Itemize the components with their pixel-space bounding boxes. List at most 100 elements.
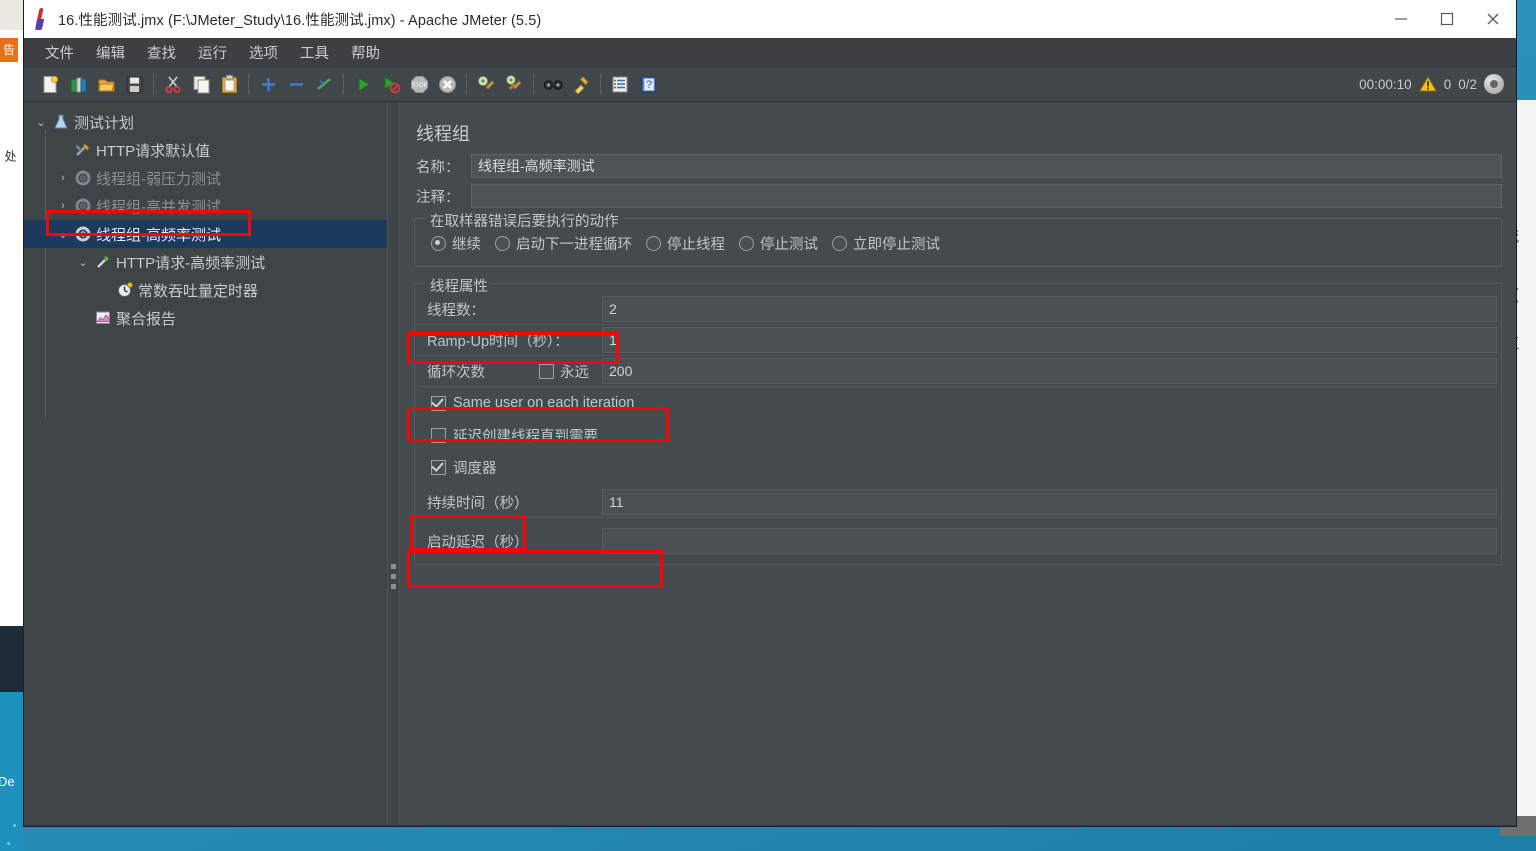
radio-dot-icon[interactable] <box>495 236 510 251</box>
chevron-right-icon[interactable]: › <box>54 200 72 212</box>
threads-label: 线程数： <box>427 302 485 319</box>
menu-search[interactable]: 查找 <box>136 40 187 65</box>
name-label: 名称： <box>416 159 460 176</box>
search-icon[interactable] <box>539 70 567 98</box>
copy-icon[interactable] <box>187 70 215 98</box>
expand-all-icon[interactable] <box>254 70 282 98</box>
scheduler-label: 调度器 <box>453 460 497 477</box>
start-no-pause-icon[interactable] <box>377 70 405 98</box>
menu-help[interactable]: 帮助 <box>340 40 391 65</box>
menu-options[interactable]: 选项 <box>238 40 289 65</box>
threads-row: 线程数： 2 <box>419 294 1497 325</box>
maximize-button[interactable] <box>1424 0 1470 38</box>
splitter-grip[interactable] <box>391 564 396 589</box>
thread-properties-title: 线程属性 <box>425 275 493 296</box>
sampler-error-action-group: 在取样器错误后要执行的动作 继续 启动下一进程循环 停止线程 停止测试 立即停止… <box>414 210 1502 267</box>
clear-all-icon[interactable] <box>500 70 528 98</box>
startup-delay-input[interactable] <box>602 528 1497 554</box>
radio-dot-icon[interactable] <box>739 236 754 251</box>
checkbox-icon[interactable] <box>431 395 446 411</box>
help-icon[interactable]: ? <box>634 70 662 98</box>
radio-dot-icon[interactable] <box>832 236 847 251</box>
toolbar-separator <box>153 74 154 94</box>
menu-tools[interactable]: 工具 <box>289 40 340 65</box>
tree-node-aggregate-report[interactable]: 聚合报告 <box>24 304 387 332</box>
clear-icon[interactable] <box>472 70 500 98</box>
delay-create-row[interactable]: 延迟创建线程直到需要 <box>419 419 1497 451</box>
shutdown-icon[interactable] <box>433 70 461 98</box>
checkbox-icon[interactable] <box>539 363 554 379</box>
tree-node-test-plan[interactable]: ⌄ 测试计划 <box>24 108 387 136</box>
tree-node-http-defaults[interactable]: HTTP请求默认值 <box>24 136 387 164</box>
open-icon[interactable] <box>92 70 120 98</box>
chevron-right-icon[interactable]: › <box>54 172 72 184</box>
stop-icon[interactable]: STOP <box>405 70 433 98</box>
same-user-label: Same user on each iteration <box>453 395 635 411</box>
menu-file[interactable]: 文件 <box>34 40 85 65</box>
tree-node-thread-group-weak[interactable]: › 线程组-弱压力测试 <box>24 164 387 192</box>
radio-start-next-loop[interactable]: 启动下一进程循环 <box>495 233 632 254</box>
background-window-left[interactable]: 告 处 <box>0 0 25 626</box>
scheduler-row[interactable]: 调度器 <box>419 451 1497 483</box>
menu-run[interactable]: 运行 <box>187 40 238 65</box>
radio-stop-test-now[interactable]: 立即停止测试 <box>832 233 940 254</box>
tree-node-label: 聚合报告 <box>116 310 177 328</box>
forever-checkbox[interactable]: 永远 <box>539 361 602 382</box>
aggregate-report-icon <box>92 310 114 326</box>
desktop-dot <box>13 824 16 827</box>
checkbox-icon[interactable] <box>431 427 446 443</box>
collapse-all-icon[interactable] <box>282 70 310 98</box>
background-left-text: 处 <box>3 150 17 162</box>
panel-splitter[interactable] <box>387 102 400 825</box>
name-input[interactable]: 线程组-高频率测试 <box>471 154 1502 178</box>
tree-node-thread-group-concurrent[interactable]: › 线程组-高并发测试 <box>24 192 387 220</box>
comment-input[interactable] <box>471 184 1502 208</box>
radio-label: 继续 <box>452 237 481 253</box>
tree-node-thread-group-highfreq[interactable]: ⌄ 线程组-高频率测试 <box>24 220 387 248</box>
chevron-down-icon[interactable]: ⌄ <box>54 228 72 241</box>
templates-icon[interactable] <box>64 70 92 98</box>
background-left-dark-strip <box>0 626 24 692</box>
menu-edit[interactable]: 编辑 <box>85 40 136 65</box>
menu-bar: 文件 编辑 查找 运行 选项 工具 帮助 <box>24 38 1516 67</box>
radio-dot-icon[interactable] <box>646 236 661 251</box>
function-helper-icon[interactable] <box>606 70 634 98</box>
checkbox-icon[interactable] <box>431 459 446 475</box>
minimize-button[interactable] <box>1378 0 1424 38</box>
start-icon[interactable] <box>349 70 377 98</box>
reset-search-icon[interactable] <box>567 70 595 98</box>
save-icon[interactable] <box>120 70 148 98</box>
rampup-input[interactable]: 1 <box>602 327 1497 353</box>
tree-node-label: 线程组-弱压力测试 <box>96 170 221 188</box>
paste-icon[interactable] <box>215 70 243 98</box>
close-button[interactable] <box>1470 0 1516 38</box>
title-bar: 16.性能测试.jmx (F:\JMeter_Study\16.性能测试.jmx… <box>24 0 1516 38</box>
loops-input[interactable]: 200 <box>602 358 1497 384</box>
test-plan-tree[interactable]: ⌄ 测试计划 HTTP请求默认值 › 线程组-弱压力测试 › 线程组-高并发测试… <box>24 102 387 825</box>
new-icon[interactable] <box>36 70 64 98</box>
radio-continue[interactable]: 继续 <box>431 233 481 254</box>
elapsed-time: 00:00:10 <box>1359 76 1412 92</box>
background-left-badge: 告 <box>0 38 18 62</box>
radio-stop-thread[interactable]: 停止线程 <box>646 233 725 254</box>
toolbar-separator <box>533 74 534 94</box>
toolbar-separator <box>466 74 467 94</box>
tree-node-label: HTTP请求-高频率测试 <box>116 254 266 272</box>
tree-node-label: 测试计划 <box>74 114 135 132</box>
tree-node-http-request-highfreq[interactable]: ⌄ HTTP请求-高频率测试 <box>24 248 387 276</box>
toolbar-status: 00:00:10 0 0/2 <box>1359 67 1504 101</box>
warning-triangle-icon[interactable] <box>1418 76 1437 92</box>
chevron-down-icon[interactable]: ⌄ <box>74 256 92 269</box>
same-user-row[interactable]: Same user on each iteration <box>419 387 1497 419</box>
tree-node-constant-throughput-timer[interactable]: 常数吞吐量定时器 <box>24 276 387 304</box>
duration-row: 持续时间（秒） 11 <box>419 487 1497 518</box>
jmeter-window: 16.性能测试.jmx (F:\JMeter_Study\16.性能测试.jmx… <box>24 0 1516 826</box>
chevron-down-icon[interactable]: ⌄ <box>32 116 50 129</box>
duration-input[interactable]: 11 <box>602 489 1497 515</box>
cut-icon[interactable] <box>159 70 187 98</box>
toggle-icon[interactable] <box>310 70 338 98</box>
radio-dot-icon[interactable] <box>431 236 446 251</box>
radio-stop-test[interactable]: 停止测试 <box>739 233 818 254</box>
toolbar: STOP ? 00:00:10 0 0/2 <box>24 67 1516 102</box>
threads-input[interactable]: 2 <box>602 296 1497 322</box>
